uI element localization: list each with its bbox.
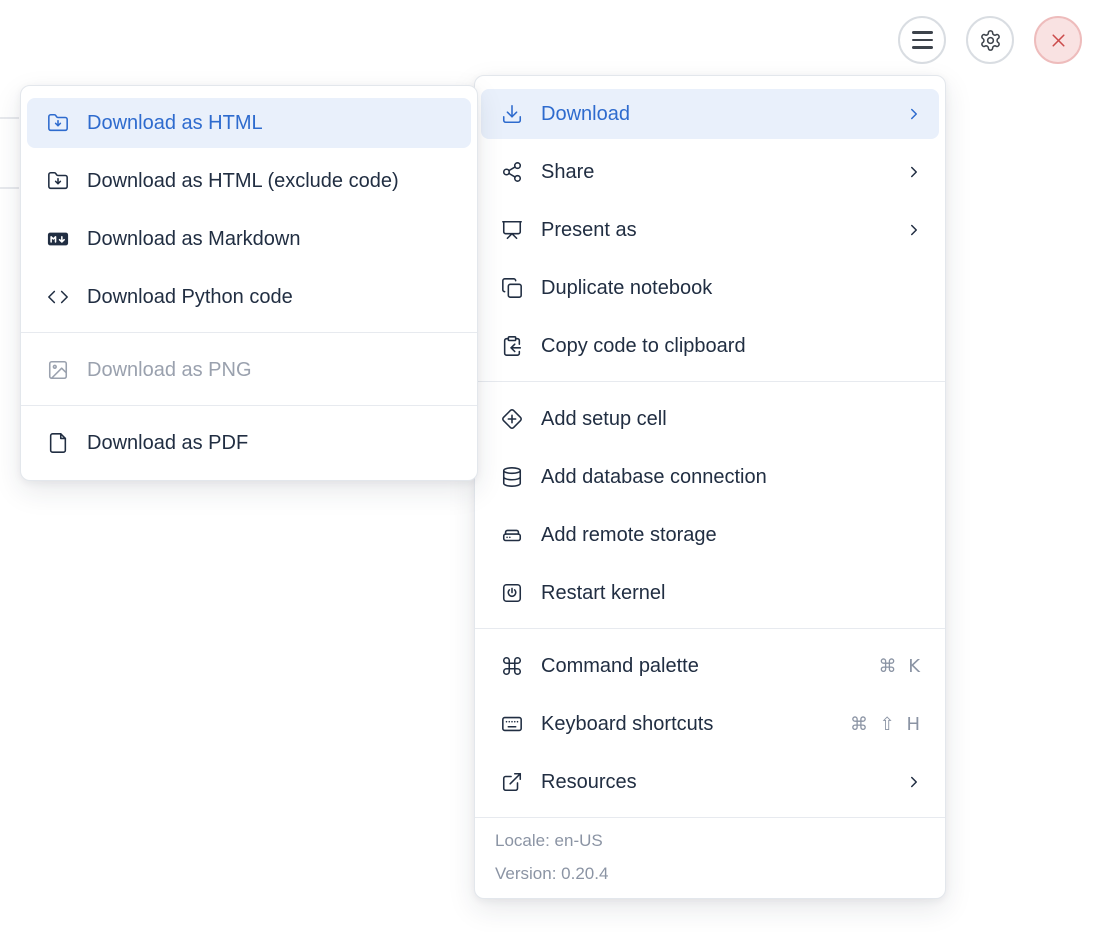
chevron-right-icon xyxy=(905,105,923,123)
share-icon xyxy=(501,161,523,183)
presentation-icon xyxy=(501,219,523,241)
menu-divider xyxy=(475,381,945,382)
background-cell-border xyxy=(0,117,19,119)
menu-item-restart-kernel[interactable]: Restart kernel xyxy=(481,568,939,618)
command-icon xyxy=(501,655,523,677)
menu-item-label: Download as HTML xyxy=(87,112,455,135)
notebook-menu-button[interactable] xyxy=(898,16,946,64)
menu-item-download-as-html[interactable]: Download as HTML xyxy=(27,98,471,148)
menu-item-label: Restart kernel xyxy=(541,582,923,605)
chevron-right-icon xyxy=(905,221,923,239)
notebook-actions-menu: Download Share Present as Duplicate noteboo… xyxy=(474,75,946,899)
menu-item-label: Share xyxy=(541,161,893,184)
diamond-plus-icon xyxy=(501,408,523,430)
menu-divider xyxy=(21,405,477,406)
copy-icon xyxy=(501,277,523,299)
menu-section: Download as HTML Download as HTML (exclud… xyxy=(21,98,477,322)
menu-item-label: Download as PDF xyxy=(87,432,455,455)
menu-item-command-palette[interactable]: Command palette ⌘ K xyxy=(481,641,939,691)
menu-item-add-remote-storage[interactable]: Add remote storage xyxy=(481,510,939,560)
menu-section: Download as PNG xyxy=(21,345,477,395)
menu-item-label: Present as xyxy=(541,219,893,242)
download-submenu: Download as HTML Download as HTML (exclud… xyxy=(20,85,478,481)
image-icon xyxy=(47,359,69,381)
keyboard-icon xyxy=(501,713,523,735)
clipboard-copy-icon xyxy=(501,335,523,357)
background-cell-border xyxy=(0,187,19,189)
notebook-actions-menu-items: Download Share Present as Duplicate noteboo… xyxy=(475,89,945,807)
version-text: Version: 0.20.4 xyxy=(475,857,945,890)
menu-item-label: Download xyxy=(541,103,893,126)
menu-item-label: Keyboard shortcuts xyxy=(541,713,838,736)
menu-divider xyxy=(21,332,477,333)
hamburger-icon xyxy=(912,31,933,49)
markdown-download-icon xyxy=(47,228,69,250)
code-icon xyxy=(47,286,69,308)
menu-item-download[interactable]: Download xyxy=(481,89,939,139)
menu-item-share[interactable]: Share xyxy=(481,147,939,197)
menu-item-download-as-html-exclude-code[interactable]: Download as HTML (exclude code) xyxy=(27,156,471,206)
menu-section: Command palette ⌘ K Keyboard shortcuts ⌘ ⇧ … xyxy=(475,641,945,807)
menu-item-present-as[interactable]: Present as xyxy=(481,205,939,255)
locale-text: Locale: en-US xyxy=(475,824,945,857)
menu-item-duplicate-notebook[interactable]: Duplicate notebook xyxy=(481,263,939,313)
menu-section: Download Share Present as Duplicate noteboo… xyxy=(475,89,945,371)
menu-divider xyxy=(475,628,945,629)
menu-footer: Locale: en-US Version: 0.20.4 xyxy=(475,817,945,898)
menu-item-label: Download as HTML (exclude code) xyxy=(87,170,455,193)
menu-item-download-as-pdf[interactable]: Download as PDF xyxy=(27,418,471,468)
menu-item-label: Download as PNG xyxy=(87,359,455,382)
menu-item-copy-code-to-clipboard[interactable]: Copy code to clipboard xyxy=(481,321,939,371)
gear-icon xyxy=(979,29,1002,52)
menu-item-download-as-markdown[interactable]: Download as Markdown xyxy=(27,214,471,264)
shortcut-hint: ⌘ K xyxy=(878,656,923,677)
menu-item-label: Duplicate notebook xyxy=(541,277,923,300)
download-submenu-items: Download as HTML Download as HTML (exclud… xyxy=(21,98,477,468)
chevron-right-icon xyxy=(905,773,923,791)
menu-section: Download as PDF xyxy=(21,418,477,468)
shutdown-button[interactable] xyxy=(1034,16,1082,64)
database-icon xyxy=(501,466,523,488)
hard-drive-icon xyxy=(501,524,523,546)
download-icon xyxy=(501,103,523,125)
menu-item-label: Download Python code xyxy=(87,286,455,309)
shortcut-hint: ⌘ ⇧ H xyxy=(850,714,923,735)
folder-down-icon xyxy=(47,170,69,192)
power-square-icon xyxy=(501,582,523,604)
menu-item-label: Add setup cell xyxy=(541,408,923,431)
menu-item-download-as-png: Download as PNG xyxy=(27,345,471,395)
settings-button[interactable] xyxy=(966,16,1014,64)
menu-item-label: Add remote storage xyxy=(541,524,923,547)
external-link-icon xyxy=(501,771,523,793)
menu-item-label: Copy code to clipboard xyxy=(541,335,923,358)
menu-item-download-python-code[interactable]: Download Python code xyxy=(27,272,471,322)
menu-item-label: Resources xyxy=(541,771,893,794)
file-icon xyxy=(47,432,69,454)
menu-section: Add setup cell Add database connection Add… xyxy=(475,394,945,618)
menu-item-label: Add database connection xyxy=(541,466,923,489)
menu-item-add-database-connection[interactable]: Add database connection xyxy=(481,452,939,502)
menu-item-label: Command palette xyxy=(541,655,866,678)
menu-item-resources[interactable]: Resources xyxy=(481,757,939,807)
close-icon xyxy=(1048,30,1069,51)
menu-item-label: Download as Markdown xyxy=(87,228,455,251)
menu-item-keyboard-shortcuts[interactable]: Keyboard shortcuts ⌘ ⇧ H xyxy=(481,699,939,749)
menu-item-add-setup-cell[interactable]: Add setup cell xyxy=(481,394,939,444)
chevron-right-icon xyxy=(905,163,923,181)
folder-down-icon xyxy=(47,112,69,134)
